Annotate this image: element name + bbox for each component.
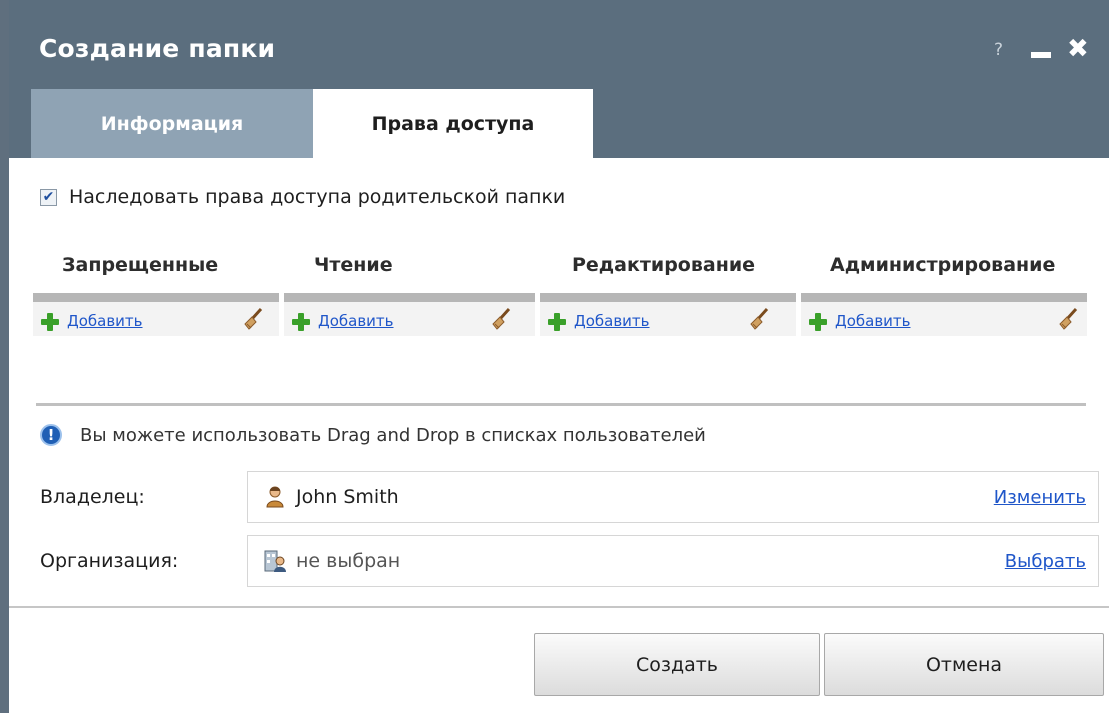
add-icon[interactable]	[292, 313, 310, 331]
inherit-permissions-checkbox[interactable]: ✔	[40, 188, 57, 206]
organization-value: не выбран	[296, 550, 401, 572]
add-icon[interactable]	[809, 313, 827, 331]
tab-information[interactable]: Информация	[31, 89, 313, 158]
change-owner-link[interactable]: Изменить	[994, 487, 1086, 508]
minimize-icon[interactable]	[1031, 52, 1051, 58]
add-link-read[interactable]: Добавить	[318, 312, 394, 330]
help-icon[interactable]: ?	[994, 40, 1003, 60]
clear-broom-icon[interactable]	[747, 307, 769, 331]
owner-label: Владелец:	[40, 486, 145, 508]
info-icon: !	[40, 424, 62, 446]
column-toolbar-admin: Добавить	[801, 302, 1087, 336]
column-toolbar-edit: Добавить	[540, 302, 796, 336]
dialog-title: Создание папки	[39, 34, 276, 63]
column-header-admin: Администрирование	[830, 254, 1056, 276]
drag-drop-hint: ! Вы можете использовать Drag and Drop в…	[40, 424, 706, 446]
create-folder-dialog: Создание папки ? ✖ Информация Права дост…	[0, 0, 1109, 713]
column-bar-edit	[540, 293, 796, 302]
window-edge	[0, 0, 9, 713]
organization-label: Организация:	[40, 550, 179, 572]
cancel-button[interactable]: Отмена	[824, 633, 1104, 696]
clear-broom-icon[interactable]	[489, 307, 511, 331]
organization-field: не выбран Выбрать	[247, 535, 1099, 587]
tab-access-rights-label: Права доступа	[371, 112, 535, 135]
inherit-permissions-row[interactable]: ✔ Наследовать права доступа родительской…	[40, 186, 565, 208]
add-link-denied[interactable]: Добавить	[67, 312, 143, 330]
tab-information-label: Информация	[100, 112, 244, 135]
clear-broom-icon[interactable]	[1056, 307, 1078, 331]
add-icon[interactable]	[41, 313, 59, 331]
column-bar-denied	[33, 293, 279, 302]
add-link-admin[interactable]: Добавить	[835, 312, 911, 330]
add-icon[interactable]	[548, 313, 566, 331]
inherit-permissions-label: Наследовать права доступа родительской п…	[69, 186, 566, 208]
dialog-header: Создание папки ? ✖ Информация Права дост…	[9, 0, 1109, 158]
owner-field: John Smith Изменить	[247, 471, 1099, 523]
column-bar-read	[284, 293, 535, 302]
create-button[interactable]: Создать	[534, 633, 820, 696]
clear-broom-icon[interactable]	[241, 307, 263, 331]
close-icon[interactable]: ✖	[1067, 34, 1089, 64]
tab-access-rights[interactable]: Права доступа	[313, 89, 593, 158]
column-header-denied: Запрещенные	[62, 254, 219, 276]
column-header-read: Чтение	[314, 254, 393, 276]
section-divider	[36, 403, 1086, 406]
column-toolbar-denied: Добавить	[33, 302, 279, 336]
column-toolbar-read: Добавить	[284, 302, 535, 336]
organization-icon	[264, 550, 286, 572]
column-bar-admin	[801, 293, 1087, 302]
drag-drop-hint-text: Вы можете использовать Drag and Drop в с…	[80, 424, 706, 446]
footer-divider	[9, 606, 1109, 608]
user-icon	[266, 486, 284, 508]
owner-value: John Smith	[296, 486, 399, 508]
select-organization-link[interactable]: Выбрать	[1005, 551, 1086, 572]
column-header-edit: Редактирование	[572, 254, 756, 276]
add-link-edit[interactable]: Добавить	[574, 312, 650, 330]
